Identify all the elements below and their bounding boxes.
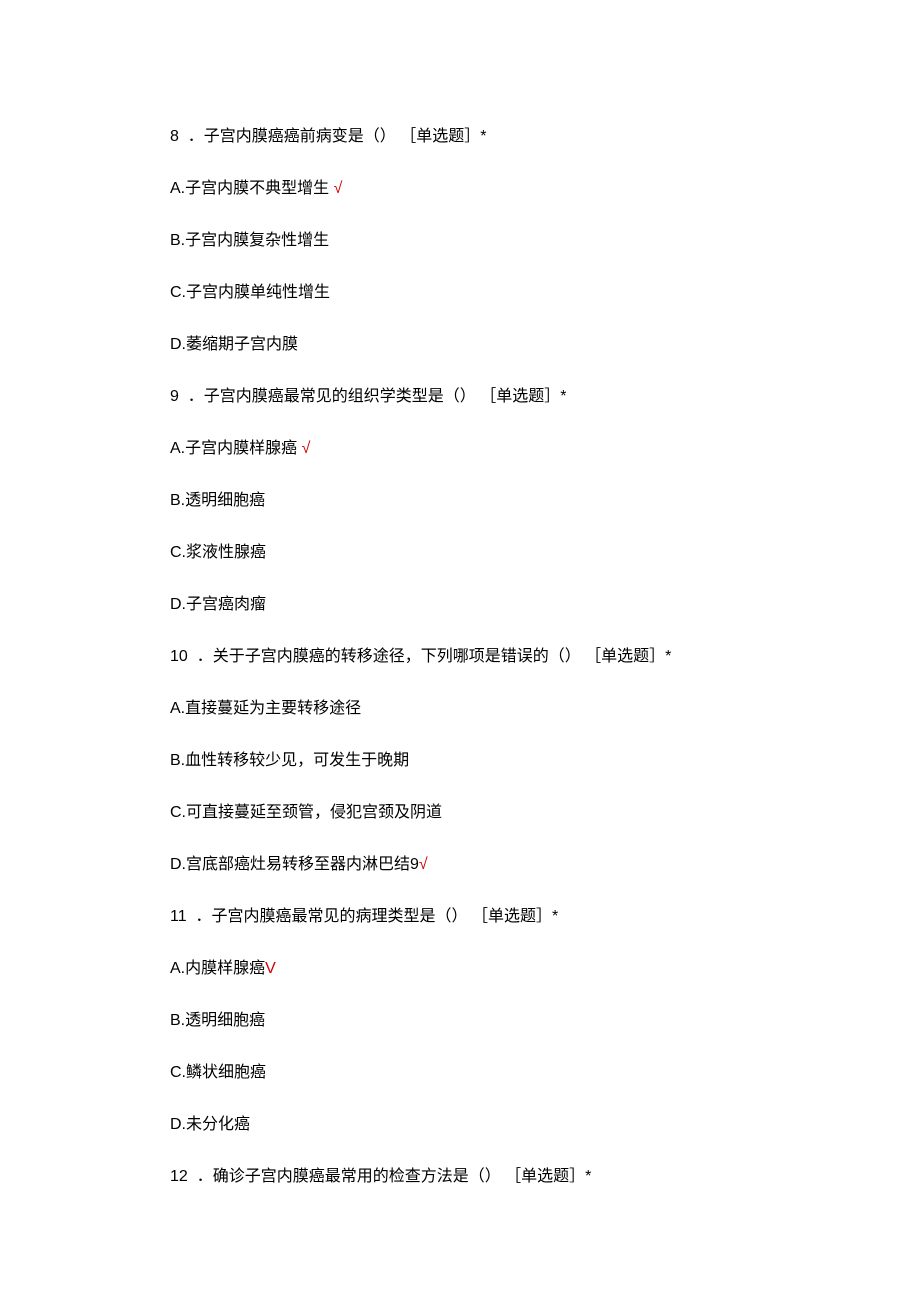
option-row: B.血性转移较少见，可发生于晚期 [170,749,750,773]
question-stem: 12 ．确诊子宫内膜癌最常用的检查方法是（） ［单选题］* [170,1165,750,1189]
question-text: ．确诊子宫内膜癌最常用的检查方法是（） ［单选题］* [188,1168,592,1185]
option-row: D.萎缩期子宫内膜 [170,333,750,357]
question-number: 8 [170,128,179,145]
option-label: C.子宫内膜单纯性增生 [170,284,330,301]
option-label: A.子宫内膜不典型增生 [170,180,329,197]
option-row: C.浆液性腺癌 [170,541,750,565]
option-row: D.宫底部癌灶易转移至器内淋巴结9√ [170,853,750,877]
option-row: C.鳞状细胞癌 [170,1061,750,1085]
correct-mark-icon: √ [419,856,428,873]
question-text: ．子宫内膜癌最常见的组织学类型是（） ［单选题］* [179,388,567,405]
option-row: B.透明细胞癌 [170,489,750,513]
option-label: B.透明细胞癌 [170,492,265,509]
question-stem: 10 ．关于子宫内膜癌的转移途径，下列哪项是错误的（） ［单选题］* [170,645,750,669]
option-label: D.萎缩期子宫内膜 [170,336,298,353]
option-row: C.可直接蔓延至颈管，侵犯宫颈及阴道 [170,801,750,825]
correct-mark-icon: √ [329,180,342,197]
question-text: ．关于子宫内膜癌的转移途径，下列哪项是错误的（） ［单选题］* [188,648,672,665]
option-label: B.血性转移较少见，可发生于晚期 [170,752,409,769]
question-stem: 11 ．子宫内膜癌最常见的病理类型是（） ［单选题］* [170,905,750,929]
option-label: C.鳞状细胞癌 [170,1064,266,1081]
question-stem: 9 ．子宫内膜癌最常见的组织学类型是（） ［单选题］* [170,385,750,409]
option-label: A.子宫内膜样腺癌 [170,440,297,457]
option-row: D.未分化癌 [170,1113,750,1137]
question-text: ．子宫内膜癌癌前病变是（） ［单选题］* [179,128,487,145]
option-label: D.未分化癌 [170,1116,250,1133]
option-label: A.直接蔓延为主要转移途径 [170,700,361,717]
option-row: D.子宫癌肉瘤 [170,593,750,617]
question-number: 9 [170,388,179,405]
question-number: 11 [170,908,187,925]
question-text: ．子宫内膜癌最常见的病理类型是（） ［单选题］* [187,908,559,925]
option-row: B.子宫内膜复杂性增生 [170,229,750,253]
question-number: 12 [170,1168,188,1185]
option-row: A.内膜样腺癌V [170,957,750,981]
option-row: A.直接蔓延为主要转移途径 [170,697,750,721]
option-label: D.子宫癌肉瘤 [170,596,266,613]
option-label: A.内膜样腺癌 [170,960,265,977]
question-number: 10 [170,648,188,665]
option-label: B.子宫内膜复杂性增生 [170,232,329,249]
question-stem: 8 ．子宫内膜癌癌前病变是（） ［单选题］* [170,125,750,149]
option-row: A.子宫内膜不典型增生 √ [170,177,750,201]
option-row: A.子宫内膜样腺癌 √ [170,437,750,461]
option-label: B.透明细胞癌 [170,1012,265,1029]
option-row: C.子宫内膜单纯性增生 [170,281,750,305]
correct-mark-icon: √ [297,440,310,457]
correct-mark-icon: V [265,960,276,977]
option-label: D.宫底部癌灶易转移至器内淋巴结9 [170,856,419,873]
option-label: C.浆液性腺癌 [170,544,266,561]
option-row: B.透明细胞癌 [170,1009,750,1033]
option-label: C.可直接蔓延至颈管，侵犯宫颈及阴道 [170,804,442,821]
